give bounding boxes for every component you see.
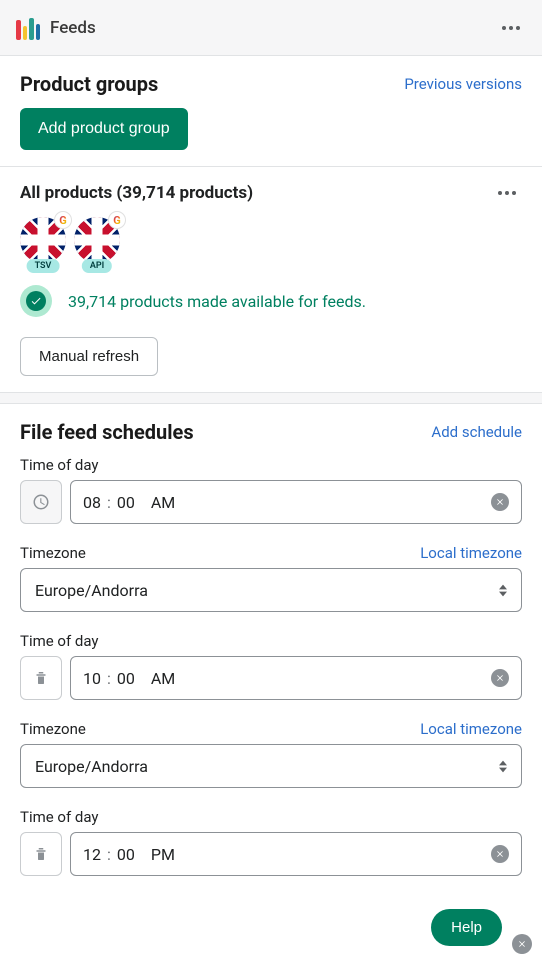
time-minutes: 00 — [117, 669, 135, 688]
time-of-day-label: Time of day — [20, 456, 522, 474]
topbar: Feeds — [0, 0, 542, 56]
add-schedule-link[interactable]: Add schedule — [431, 423, 522, 441]
schedule-time-row: 08 : 00 AM — [20, 480, 522, 524]
schedules-header: File feed schedules Add schedule — [20, 420, 522, 444]
time-of-day-label: Time of day — [20, 808, 522, 826]
time-value: 08 : 00 AM — [83, 493, 175, 512]
status-text: 39,714 products made available for feeds… — [68, 292, 366, 311]
timezone-label-row: Timezone Local timezone — [20, 720, 522, 738]
app-logo-icon — [16, 16, 40, 40]
clear-time-icon[interactable] — [491, 845, 509, 863]
time-hours: 10 — [83, 669, 101, 688]
time-ampm: PM — [151, 845, 175, 864]
time-input[interactable]: 10 : 00 AM — [70, 656, 522, 700]
timezone-value: Europe/Andorra — [35, 757, 148, 776]
timezone-select[interactable]: Europe/Andorra — [20, 568, 522, 612]
product-group-card: All products (39,714 products) TSV API 3… — [0, 167, 542, 392]
select-arrows-icon — [499, 584, 507, 597]
delete-schedule-button[interactable] — [20, 656, 62, 700]
time-minutes: 00 — [117, 845, 135, 864]
schedules-section: File feed schedules Add schedule Time of… — [0, 404, 542, 892]
feed-destinations: TSV API — [20, 217, 522, 263]
product-groups-header: Product groups Previous versions — [20, 72, 522, 96]
clear-time-icon[interactable] — [491, 669, 509, 687]
time-hours: 08 — [83, 493, 101, 512]
time-input[interactable]: 12 : 00 PM — [70, 832, 522, 876]
product-groups-section: Product groups Previous versions Add pro… — [0, 56, 542, 166]
schedule-time-row: 12 : 00 PM — [20, 832, 522, 876]
clock-icon — [20, 480, 62, 524]
timezone-label: Timezone — [20, 720, 86, 738]
close-help-icon[interactable] — [512, 934, 532, 954]
timezone-label-row: Timezone Local timezone — [20, 544, 522, 562]
feed-type-pill: TSV — [27, 259, 60, 273]
time-value: 10 : 00 AM — [83, 669, 175, 688]
status-row: 39,714 products made available for feeds… — [20, 285, 522, 317]
success-check-icon — [20, 285, 52, 317]
feed-type-pill: API — [82, 259, 112, 273]
timezone-label: Timezone — [20, 544, 86, 562]
group-more-icon[interactable] — [492, 185, 522, 201]
time-hours: 12 — [83, 845, 101, 864]
delete-schedule-button[interactable] — [20, 832, 62, 876]
feed-destination-uk-tsv[interactable]: TSV — [20, 217, 66, 263]
section-gap — [0, 392, 542, 404]
product-groups-heading: Product groups — [20, 72, 158, 96]
select-arrows-icon — [499, 760, 507, 773]
clear-time-icon[interactable] — [491, 493, 509, 511]
add-product-group-button[interactable]: Add product group — [20, 108, 188, 150]
google-badge-icon — [108, 211, 126, 229]
previous-versions-link[interactable]: Previous versions — [404, 75, 522, 93]
local-timezone-link[interactable]: Local timezone — [420, 544, 522, 562]
time-input[interactable]: 08 : 00 AM — [70, 480, 522, 524]
topbar-left: Feeds — [16, 16, 96, 40]
timezone-value: Europe/Andorra — [35, 581, 148, 600]
timezone-select[interactable]: Europe/Andorra — [20, 744, 522, 788]
topbar-more-icon[interactable] — [496, 20, 526, 36]
help-button[interactable]: Help — [431, 909, 502, 946]
time-ampm: AM — [151, 493, 175, 512]
group-title: All products (39,714 products) — [20, 183, 253, 203]
local-timezone-link[interactable]: Local timezone — [420, 720, 522, 738]
schedule-time-row: 10 : 00 AM — [20, 656, 522, 700]
time-ampm: AM — [151, 669, 175, 688]
feed-destination-uk-api[interactable]: API — [74, 217, 120, 263]
manual-refresh-button[interactable]: Manual refresh — [20, 337, 158, 376]
time-minutes: 00 — [117, 493, 135, 512]
time-of-day-label: Time of day — [20, 632, 522, 650]
schedules-heading: File feed schedules — [20, 420, 194, 444]
page-title: Feeds — [50, 18, 96, 38]
group-header: All products (39,714 products) — [20, 183, 522, 203]
google-badge-icon — [54, 211, 72, 229]
time-value: 12 : 00 PM — [83, 845, 175, 864]
